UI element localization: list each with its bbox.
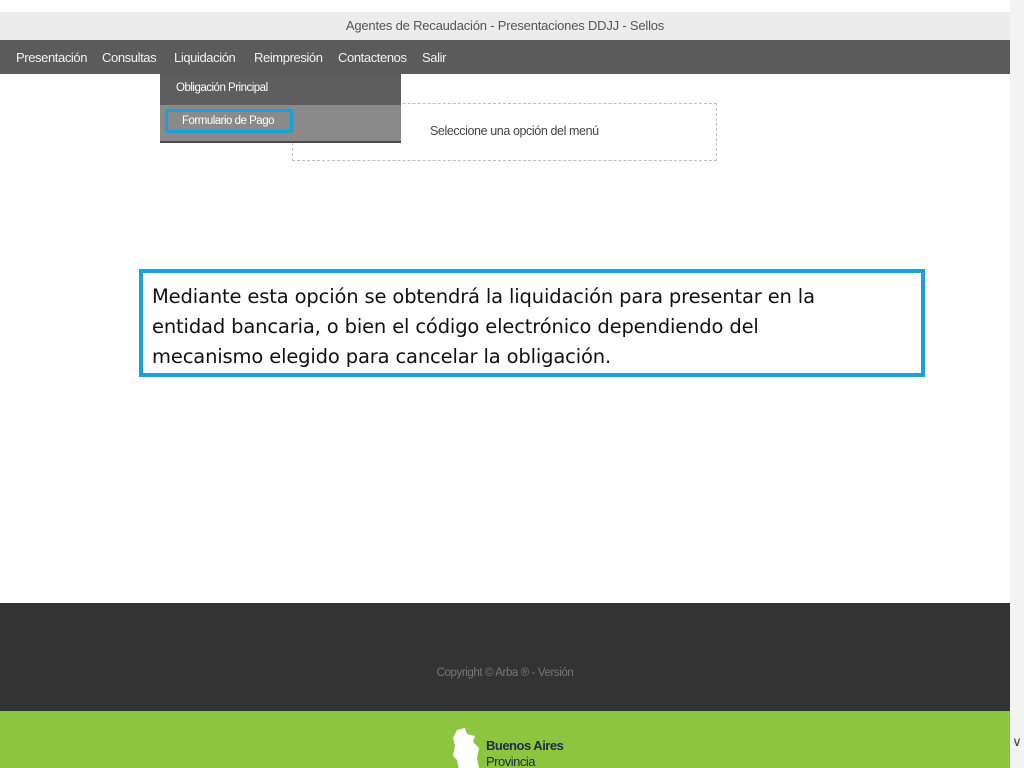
copyright-text: Copyright © Arba ® - Versión — [436, 667, 574, 679]
callout-line: Mediante esta opción se obtendrá la liqu… — [152, 285, 815, 308]
buenos-aires-logo-icon — [453, 728, 479, 768]
explanation-callout: Mediante esta opción se obtendrá la liqu… — [139, 269, 925, 377]
liquidacion-dropdown: Obligación Principal Formulario de Pago — [160, 74, 401, 143]
menu-item-reimpresion[interactable]: Reimpresión — [254, 40, 323, 74]
callout-line: mecanismo elegido para cancelar la oblig… — [152, 345, 612, 368]
logo-line-2: Provincia — [486, 754, 535, 768]
select-option-prompt: Seleccione una opción del menú — [430, 124, 599, 138]
chevron-down-icon[interactable]: ∨ — [1010, 732, 1024, 752]
top-strip — [0, 0, 1010, 12]
footer-brand-bar: Buenos Aires Provincia — [0, 711, 1010, 768]
browser-window: Agentes de Recaudación - Presentaciones … — [0, 0, 1010, 768]
vertical-scrollbar[interactable] — [1010, 0, 1024, 768]
menu-item-presentacion[interactable]: Presentación — [16, 40, 87, 74]
main-menu-bar: Presentación Consultas Liquidación Reimp… — [0, 40, 1010, 74]
menu-item-contactenos[interactable]: Contactenos — [338, 40, 407, 74]
logo-line-1: Buenos Aires — [486, 738, 564, 753]
menu-item-liquidacion[interactable]: Liquidación — [174, 40, 236, 74]
menu-item-consultas[interactable]: Consultas — [102, 40, 157, 74]
menu-item-salir[interactable]: Salir — [422, 40, 446, 74]
dropdown-item-formulario-de-pago[interactable]: Formulario de Pago — [160, 105, 401, 141]
footer — [0, 603, 1010, 711]
dropdown-item-label: Formulario de Pago — [182, 115, 275, 127]
dropdown-item-obligacion-principal[interactable]: Obligación Principal — [160, 74, 401, 105]
provincia-logo-text: Buenos Aires Provincia — [486, 738, 564, 768]
page-title: Agentes de Recaudación - Presentaciones … — [0, 12, 1010, 40]
callout-line: entidad bancaria, o bien el código elect… — [152, 315, 759, 338]
